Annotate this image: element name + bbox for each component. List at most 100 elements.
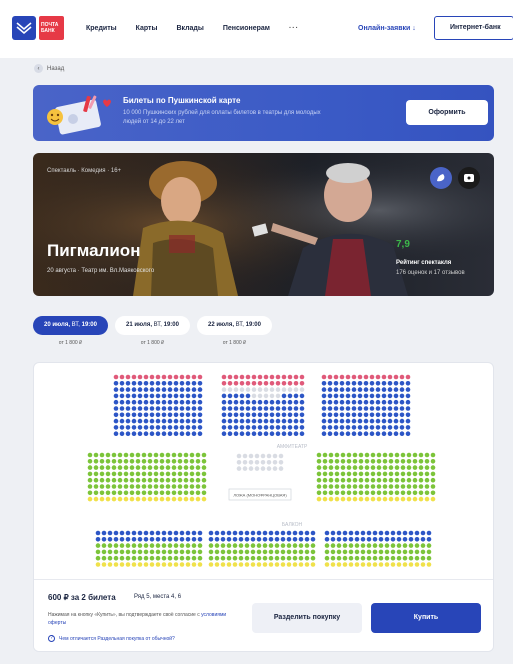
- seat[interactable]: [239, 387, 245, 392]
- seat[interactable]: [165, 477, 171, 483]
- seat[interactable]: [412, 490, 418, 496]
- seat[interactable]: [358, 471, 364, 477]
- seat[interactable]: [185, 412, 191, 418]
- seat[interactable]: [167, 387, 173, 392]
- seat[interactable]: [233, 374, 239, 380]
- seat[interactable]: [113, 555, 119, 561]
- seat[interactable]: [375, 425, 381, 430]
- seat[interactable]: [221, 431, 227, 436]
- seat[interactable]: [260, 453, 266, 459]
- seat[interactable]: [357, 393, 363, 399]
- seat[interactable]: [87, 452, 93, 458]
- seat[interactable]: [233, 406, 239, 411]
- seat[interactable]: [165, 484, 171, 489]
- seat[interactable]: [393, 406, 399, 411]
- seat[interactable]: [227, 425, 233, 430]
- seat[interactable]: [189, 471, 195, 477]
- seat[interactable]: [153, 459, 159, 464]
- seat[interactable]: [143, 387, 149, 392]
- seat[interactable]: [327, 418, 333, 424]
- seat[interactable]: [321, 406, 327, 411]
- seat[interactable]: [159, 471, 165, 477]
- seat[interactable]: [316, 471, 322, 477]
- seat[interactable]: [372, 537, 378, 542]
- seat[interactable]: [153, 496, 159, 502]
- seat[interactable]: [197, 537, 203, 542]
- seat[interactable]: [387, 425, 393, 430]
- seat[interactable]: [274, 530, 280, 536]
- seat[interactable]: [250, 537, 256, 542]
- seat[interactable]: [334, 477, 340, 483]
- seat[interactable]: [333, 374, 339, 380]
- seat[interactable]: [358, 452, 364, 458]
- seat[interactable]: [375, 406, 381, 411]
- seat[interactable]: [143, 399, 149, 405]
- seat[interactable]: [153, 484, 159, 489]
- seat[interactable]: [131, 406, 137, 411]
- seat[interactable]: [316, 459, 322, 464]
- seat[interactable]: [342, 537, 348, 542]
- seat[interactable]: [125, 555, 131, 561]
- seat[interactable]: [183, 465, 189, 470]
- seat[interactable]: [129, 459, 135, 464]
- seat[interactable]: [263, 399, 269, 405]
- seat[interactable]: [173, 412, 179, 418]
- seat[interactable]: [105, 471, 111, 477]
- seat[interactable]: [426, 543, 432, 548]
- seat[interactable]: [245, 387, 251, 392]
- seat[interactable]: [364, 471, 370, 477]
- seat[interactable]: [394, 459, 400, 464]
- seat[interactable]: [298, 543, 304, 548]
- seat[interactable]: [105, 459, 111, 464]
- seat[interactable]: [342, 549, 348, 555]
- seat[interactable]: [95, 562, 101, 567]
- seat[interactable]: [426, 555, 432, 561]
- seat[interactable]: [123, 496, 129, 502]
- seat[interactable]: [233, 381, 239, 386]
- seat[interactable]: [272, 460, 278, 465]
- seat[interactable]: [245, 393, 251, 399]
- seat[interactable]: [324, 543, 330, 548]
- seat[interactable]: [244, 555, 250, 561]
- seat[interactable]: [251, 412, 257, 418]
- seat[interactable]: [161, 537, 167, 542]
- seat[interactable]: [257, 374, 263, 380]
- seat[interactable]: [191, 431, 197, 436]
- seat[interactable]: [366, 555, 372, 561]
- seat[interactable]: [426, 537, 432, 542]
- seat[interactable]: [268, 562, 274, 567]
- seat[interactable]: [378, 543, 384, 548]
- seat[interactable]: [173, 399, 179, 405]
- seat[interactable]: [165, 471, 171, 477]
- seat[interactable]: [189, 496, 195, 502]
- seat[interactable]: [381, 387, 387, 392]
- seat[interactable]: [370, 465, 376, 470]
- seat[interactable]: [256, 562, 262, 567]
- seat[interactable]: [345, 431, 351, 436]
- seat[interactable]: [357, 387, 363, 392]
- seat[interactable]: [179, 549, 185, 555]
- seat[interactable]: [346, 471, 352, 477]
- seat[interactable]: [376, 490, 382, 496]
- split-purchase-help-link[interactable]: ? Чем отличается Раздельная покупка от об…: [48, 635, 175, 642]
- seat[interactable]: [111, 484, 117, 489]
- seat[interactable]: [363, 399, 369, 405]
- seat[interactable]: [334, 471, 340, 477]
- seat[interactable]: [141, 477, 147, 483]
- seat[interactable]: [394, 484, 400, 489]
- seat[interactable]: [95, 530, 101, 536]
- seat[interactable]: [155, 537, 161, 542]
- seat[interactable]: [220, 530, 226, 536]
- seat[interactable]: [370, 452, 376, 458]
- seat[interactable]: [173, 543, 179, 548]
- seat[interactable]: [393, 387, 399, 392]
- seat[interactable]: [87, 471, 93, 477]
- seat[interactable]: [149, 393, 155, 399]
- seat[interactable]: [201, 484, 207, 489]
- seat[interactable]: [327, 406, 333, 411]
- seat[interactable]: [354, 555, 360, 561]
- seat[interactable]: [197, 425, 203, 430]
- seat[interactable]: [221, 399, 227, 405]
- seat[interactable]: [328, 465, 334, 470]
- seat[interactable]: [406, 465, 412, 470]
